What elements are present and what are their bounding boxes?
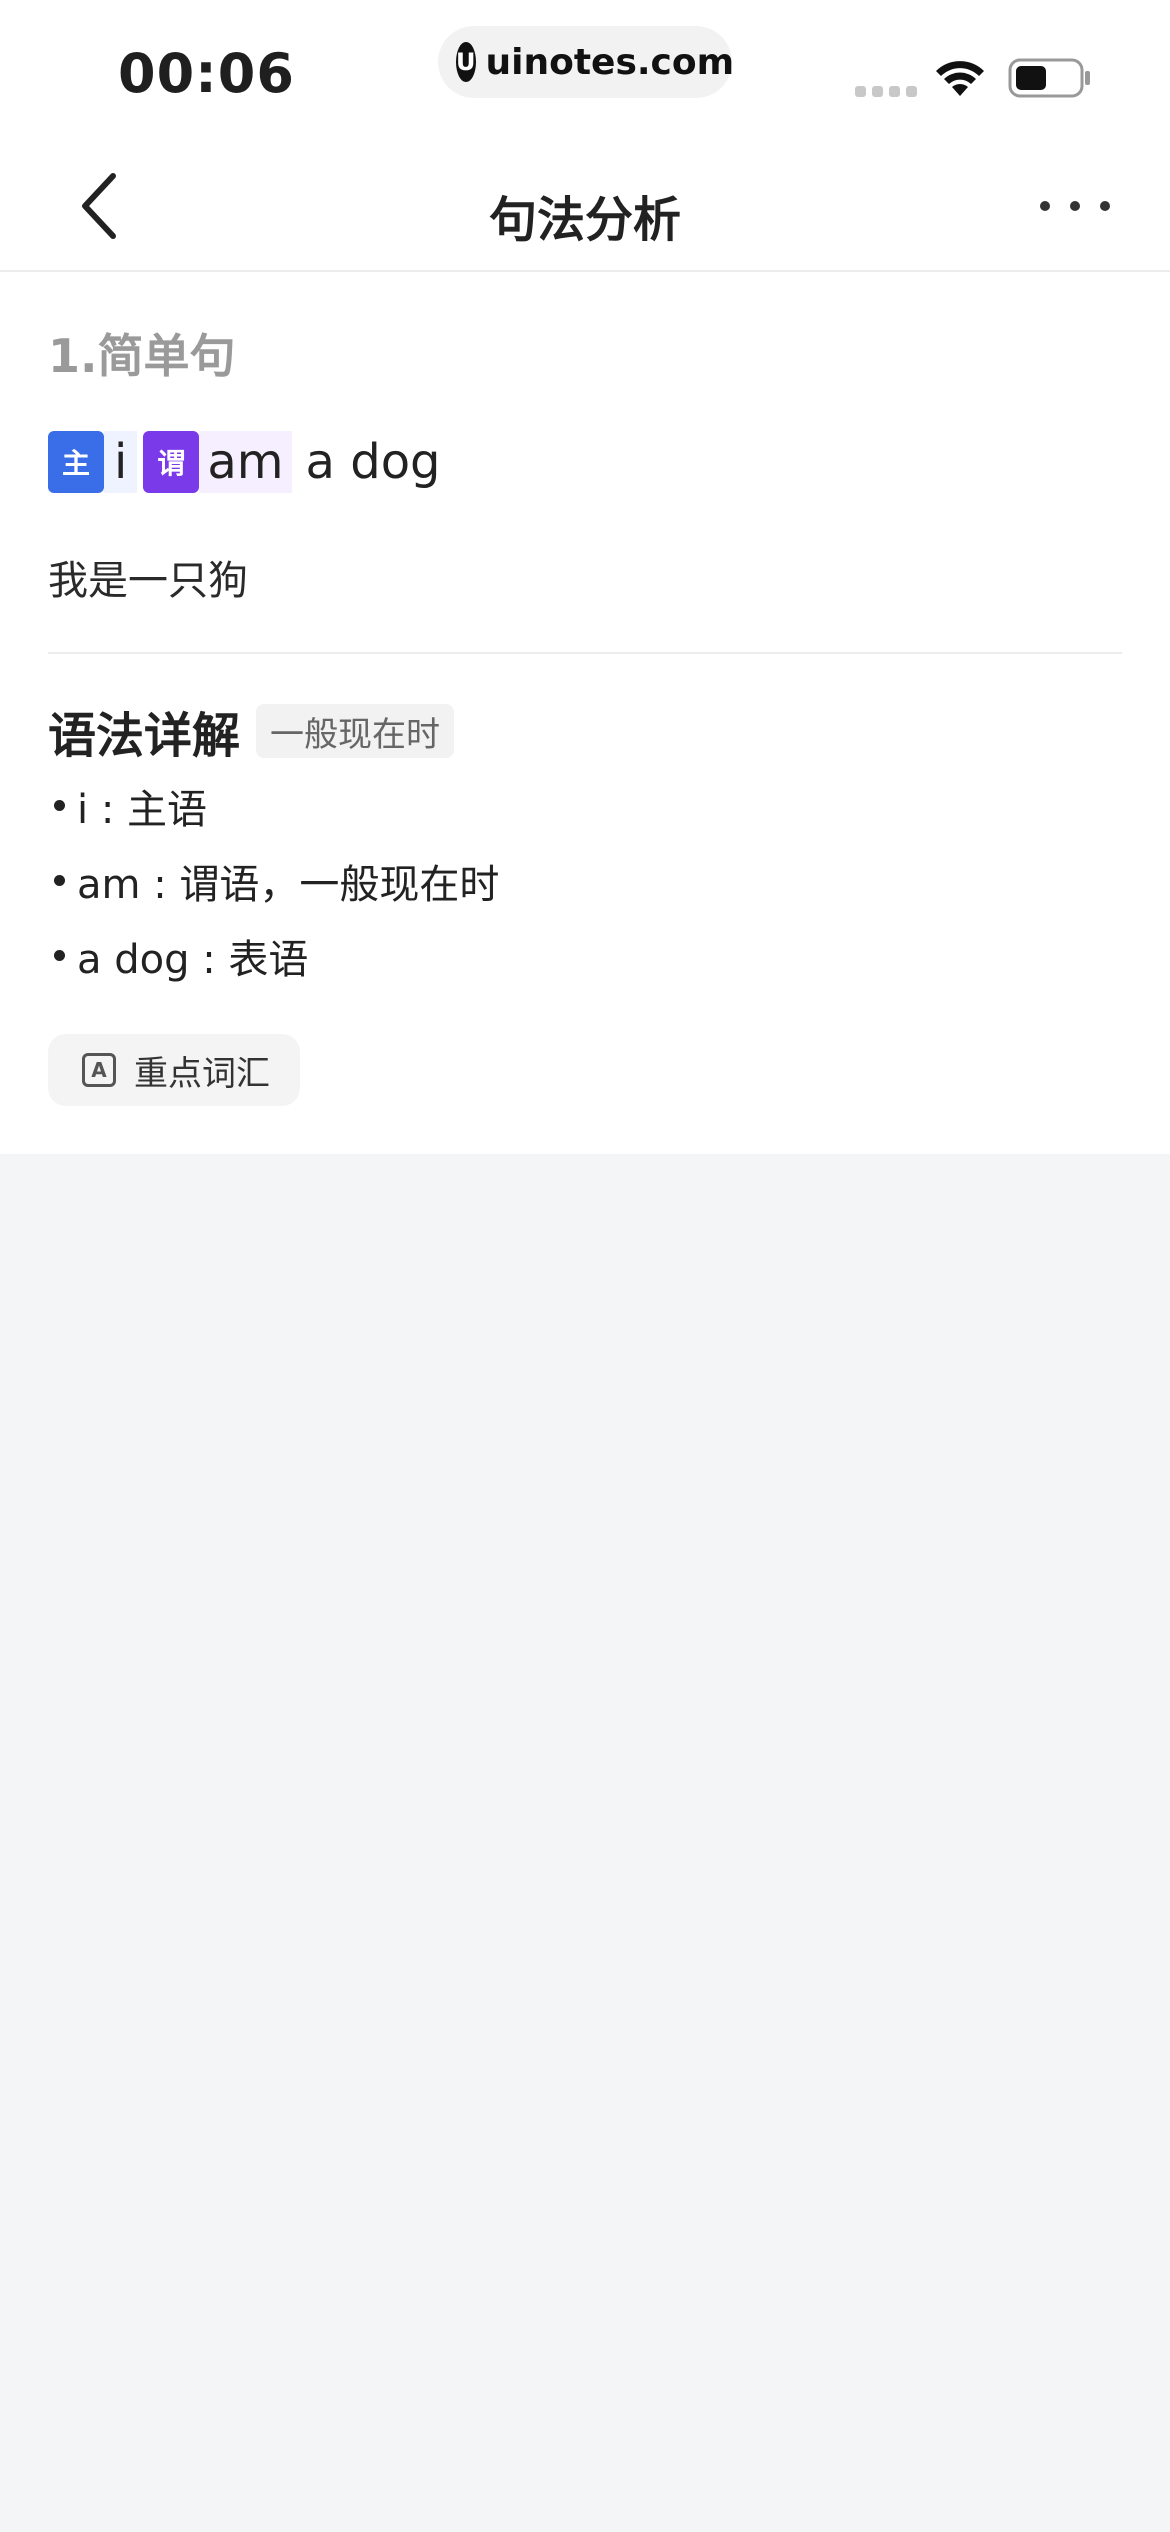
vocabulary-icon: A: [82, 1053, 116, 1087]
annotated-sentence: 主 i 谓 am a dog: [48, 430, 441, 494]
subject-tag[interactable]: 主: [48, 431, 105, 493]
url-text: uinotes.com: [485, 41, 735, 83]
wifi-icon: [936, 61, 984, 96]
grammar-item-text: a dog : 表语: [77, 936, 309, 983]
list-item: a dog : 表语: [48, 918, 499, 993]
key-vocabulary-button[interactable]: A 重点词汇: [48, 1034, 300, 1106]
bullet-icon: [54, 950, 65, 961]
battery-icon: [1008, 58, 1090, 98]
grammar-item-text: am : 谓语，一般现在时: [77, 861, 500, 908]
page-title: 句法分析: [488, 192, 681, 248]
more-icon: [1040, 201, 1050, 211]
status-bar: 00:06 U uinotes.com: [0, 0, 1170, 140]
grammar-item-text: i : 主语: [77, 786, 208, 833]
signal-icon: [855, 86, 917, 97]
complement-words[interactable]: a dog: [292, 431, 441, 493]
url-pill[interactable]: U uinotes.com: [438, 26, 735, 98]
bullet-icon: [54, 800, 65, 811]
grammar-title: 语法详解: [48, 708, 241, 764]
divider: [48, 652, 1122, 654]
key-vocabulary-label: 重点词汇: [134, 1053, 270, 1094]
analysis-card: 1.简单句 主 i 谓 am a dog 我是一只狗 语法详解 一般现在时 i …: [0, 272, 1170, 1154]
status-time: 00:06: [118, 42, 295, 105]
tense-badge: 一般现在时: [256, 704, 455, 758]
predicate-word[interactable]: am: [199, 431, 292, 493]
app-screen: 00:06 U uinotes.com 句法分析 1.简单句 主 i 谓 am …: [0, 0, 1170, 2532]
list-item: i : 主语: [48, 768, 499, 843]
more-button[interactable]: [1040, 186, 1110, 226]
navigation-bar: 句法分析: [0, 140, 1170, 272]
sentence-translation: 我是一只狗: [48, 558, 248, 604]
grammar-header: 语法详解 一般现在时: [48, 696, 455, 766]
bullet-icon: [54, 875, 65, 886]
list-item: am : 谓语，一般现在时: [48, 843, 499, 918]
predicate-tag[interactable]: 谓: [143, 431, 200, 493]
subject-word[interactable]: i: [104, 431, 138, 493]
section-heading: 1.简单句: [48, 329, 236, 383]
grammar-list: i : 主语 am : 谓语，一般现在时 a dog : 表语: [48, 768, 499, 993]
site-logo-icon: U: [456, 42, 476, 82]
